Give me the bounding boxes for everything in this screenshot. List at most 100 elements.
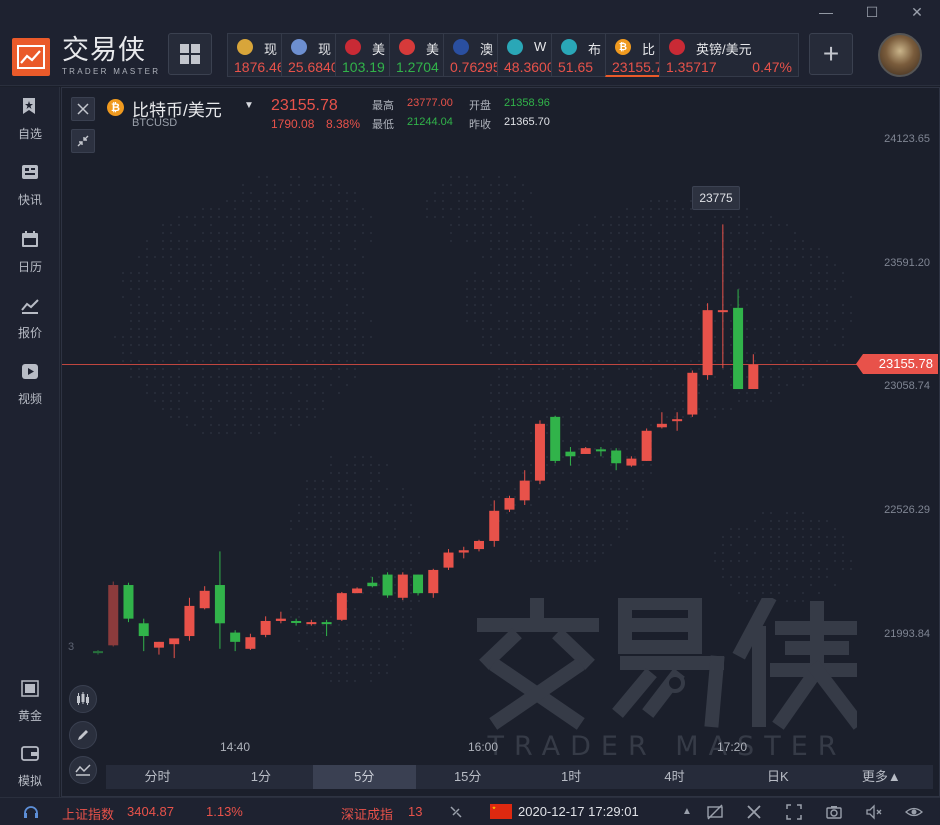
sidebar-item[interactable]: 视频 xyxy=(0,362,60,412)
candle xyxy=(489,500,500,547)
close-chart-button[interactable] xyxy=(71,97,95,121)
timeframe-tab[interactable]: 15分 xyxy=(416,765,519,789)
eye-icon[interactable] xyxy=(905,803,923,821)
index2-name[interactable]: 深证成指 xyxy=(341,804,393,823)
candle-body xyxy=(93,651,103,654)
candle xyxy=(382,572,393,598)
ticker-item[interactable]: 美 1.2704 xyxy=(389,33,445,77)
candle xyxy=(580,447,591,454)
candle-body xyxy=(474,540,484,550)
camera-icon[interactable] xyxy=(825,803,843,821)
add-ticker-button[interactable]: + xyxy=(809,33,853,75)
screen-off-icon[interactable] xyxy=(706,803,724,821)
index1-name[interactable]: 上证指数 xyxy=(62,804,114,823)
ticker-item[interactable]: W 48.3600 xyxy=(497,33,555,77)
layout-grid-button[interactable] xyxy=(168,33,212,75)
ticker-item[interactable]: 美 103.19 xyxy=(335,33,391,77)
ticker-item[interactable]: 布 51.65 xyxy=(551,33,607,77)
user-avatar[interactable] xyxy=(878,33,922,77)
candle-body xyxy=(519,480,530,501)
candle xyxy=(504,495,515,512)
video-play-icon xyxy=(22,364,38,379)
candle-body xyxy=(748,364,759,390)
candle xyxy=(428,568,439,598)
candle xyxy=(153,641,164,655)
candle xyxy=(367,576,378,588)
candle xyxy=(413,574,424,596)
candle xyxy=(321,619,332,637)
shrink-chart-button[interactable] xyxy=(71,129,95,153)
ticker-price: 23155.7 xyxy=(612,59,663,75)
high-value: 23777.00 xyxy=(407,97,453,109)
link-icon[interactable] xyxy=(447,803,465,821)
candle xyxy=(397,572,408,601)
sidebar-item-label: 报价 xyxy=(17,326,42,340)
draw-tool-button[interactable] xyxy=(69,721,97,749)
symbol-change: 1790.08 xyxy=(271,117,315,131)
ticker-name: 现 xyxy=(264,42,278,57)
candle xyxy=(352,587,363,594)
peak-price-label: 23775 xyxy=(692,186,740,210)
sidebar-item[interactable]: 模拟 xyxy=(0,744,60,794)
ticker-item[interactable]: ₿ 比 23155.7 xyxy=(605,33,663,77)
ticker-item[interactable]: 英镑/美元 1.35717 0.47% xyxy=(659,33,799,77)
candle-body xyxy=(687,372,698,415)
timeframe-tab[interactable]: 分时 xyxy=(106,765,209,789)
timeframe-tab[interactable]: 日K xyxy=(726,765,829,789)
maximize-icon[interactable]: ☐ xyxy=(862,4,882,20)
sidebar-item-label: 视频 xyxy=(17,392,42,406)
timeframe-tab[interactable]: 1分 xyxy=(209,765,312,789)
candle xyxy=(306,619,317,626)
timeframe-tab[interactable]: 更多▲ xyxy=(830,765,933,789)
close-window-icon[interactable]: ✕ xyxy=(907,4,927,20)
fullscreen-icon[interactable] xyxy=(785,803,803,821)
sidebar-item[interactable]: 黄金 xyxy=(0,679,60,729)
candle xyxy=(214,551,225,649)
sidebar-item[interactable]: 日历 xyxy=(0,230,60,280)
caret-up-icon[interactable]: ▲ xyxy=(682,806,692,817)
prev-close-value: 21365.70 xyxy=(504,116,550,128)
indicator-button[interactable] xyxy=(69,756,97,784)
candle xyxy=(291,618,302,626)
pencil-icon xyxy=(78,730,88,740)
time-axis-label: 16:00 xyxy=(468,740,499,754)
oil-barrel-icon xyxy=(561,39,577,55)
mute-icon[interactable] xyxy=(865,803,883,821)
symbol-change-pct: 8.38% xyxy=(326,117,361,131)
minimize-icon[interactable]: — xyxy=(816,4,836,20)
ticker-item[interactable]: 现 25.6840 xyxy=(281,33,339,77)
ticker-item[interactable]: 澳 0.76295 xyxy=(443,33,501,77)
candle xyxy=(260,616,271,638)
index1-value: 3404.87 xyxy=(127,804,174,819)
candle-body xyxy=(275,618,286,621)
headset-icon[interactable] xyxy=(22,803,40,821)
candle-body xyxy=(169,638,180,645)
app-logo: 交易侠 TRADER MASTER xyxy=(12,37,160,76)
timeframe-tab[interactable]: 5分 xyxy=(312,765,416,789)
grid-icon xyxy=(180,44,200,64)
timeframe-tab[interactable]: 1时 xyxy=(520,765,623,789)
sidebar-item[interactable]: 自选 xyxy=(0,97,60,147)
ticker-price: 51.65 xyxy=(558,59,594,75)
sidebar-item[interactable]: 快讯 xyxy=(0,163,60,213)
australia-flag-icon xyxy=(453,39,469,55)
candle xyxy=(748,354,759,390)
sidebar-item-label: 快讯 xyxy=(17,193,42,207)
bitcoin-icon: ₿ xyxy=(107,99,124,116)
sidebar-item[interactable]: 报价 xyxy=(0,296,60,346)
candle xyxy=(138,618,149,652)
candlestick-chart[interactable] xyxy=(62,88,940,768)
candle xyxy=(123,582,134,623)
price-axis-label: 23058.74 xyxy=(884,380,930,392)
candle-body xyxy=(565,451,576,457)
caret-down-icon[interactable]: ▼ xyxy=(244,100,254,111)
tools-icon[interactable] xyxy=(745,803,763,821)
ticker-item[interactable]: 现 1876.46 xyxy=(227,33,285,77)
timeframe-tab[interactable]: 4时 xyxy=(623,765,726,789)
candle-body xyxy=(184,605,195,637)
candle-body xyxy=(413,574,424,594)
status-bar: 上证指数 3404.87 1.13% 深证成指 13 2020-12-17 17… xyxy=(0,797,940,825)
candle xyxy=(519,470,530,506)
ticker-change: 0.47% xyxy=(752,59,792,75)
chart-type-button[interactable] xyxy=(69,685,97,713)
